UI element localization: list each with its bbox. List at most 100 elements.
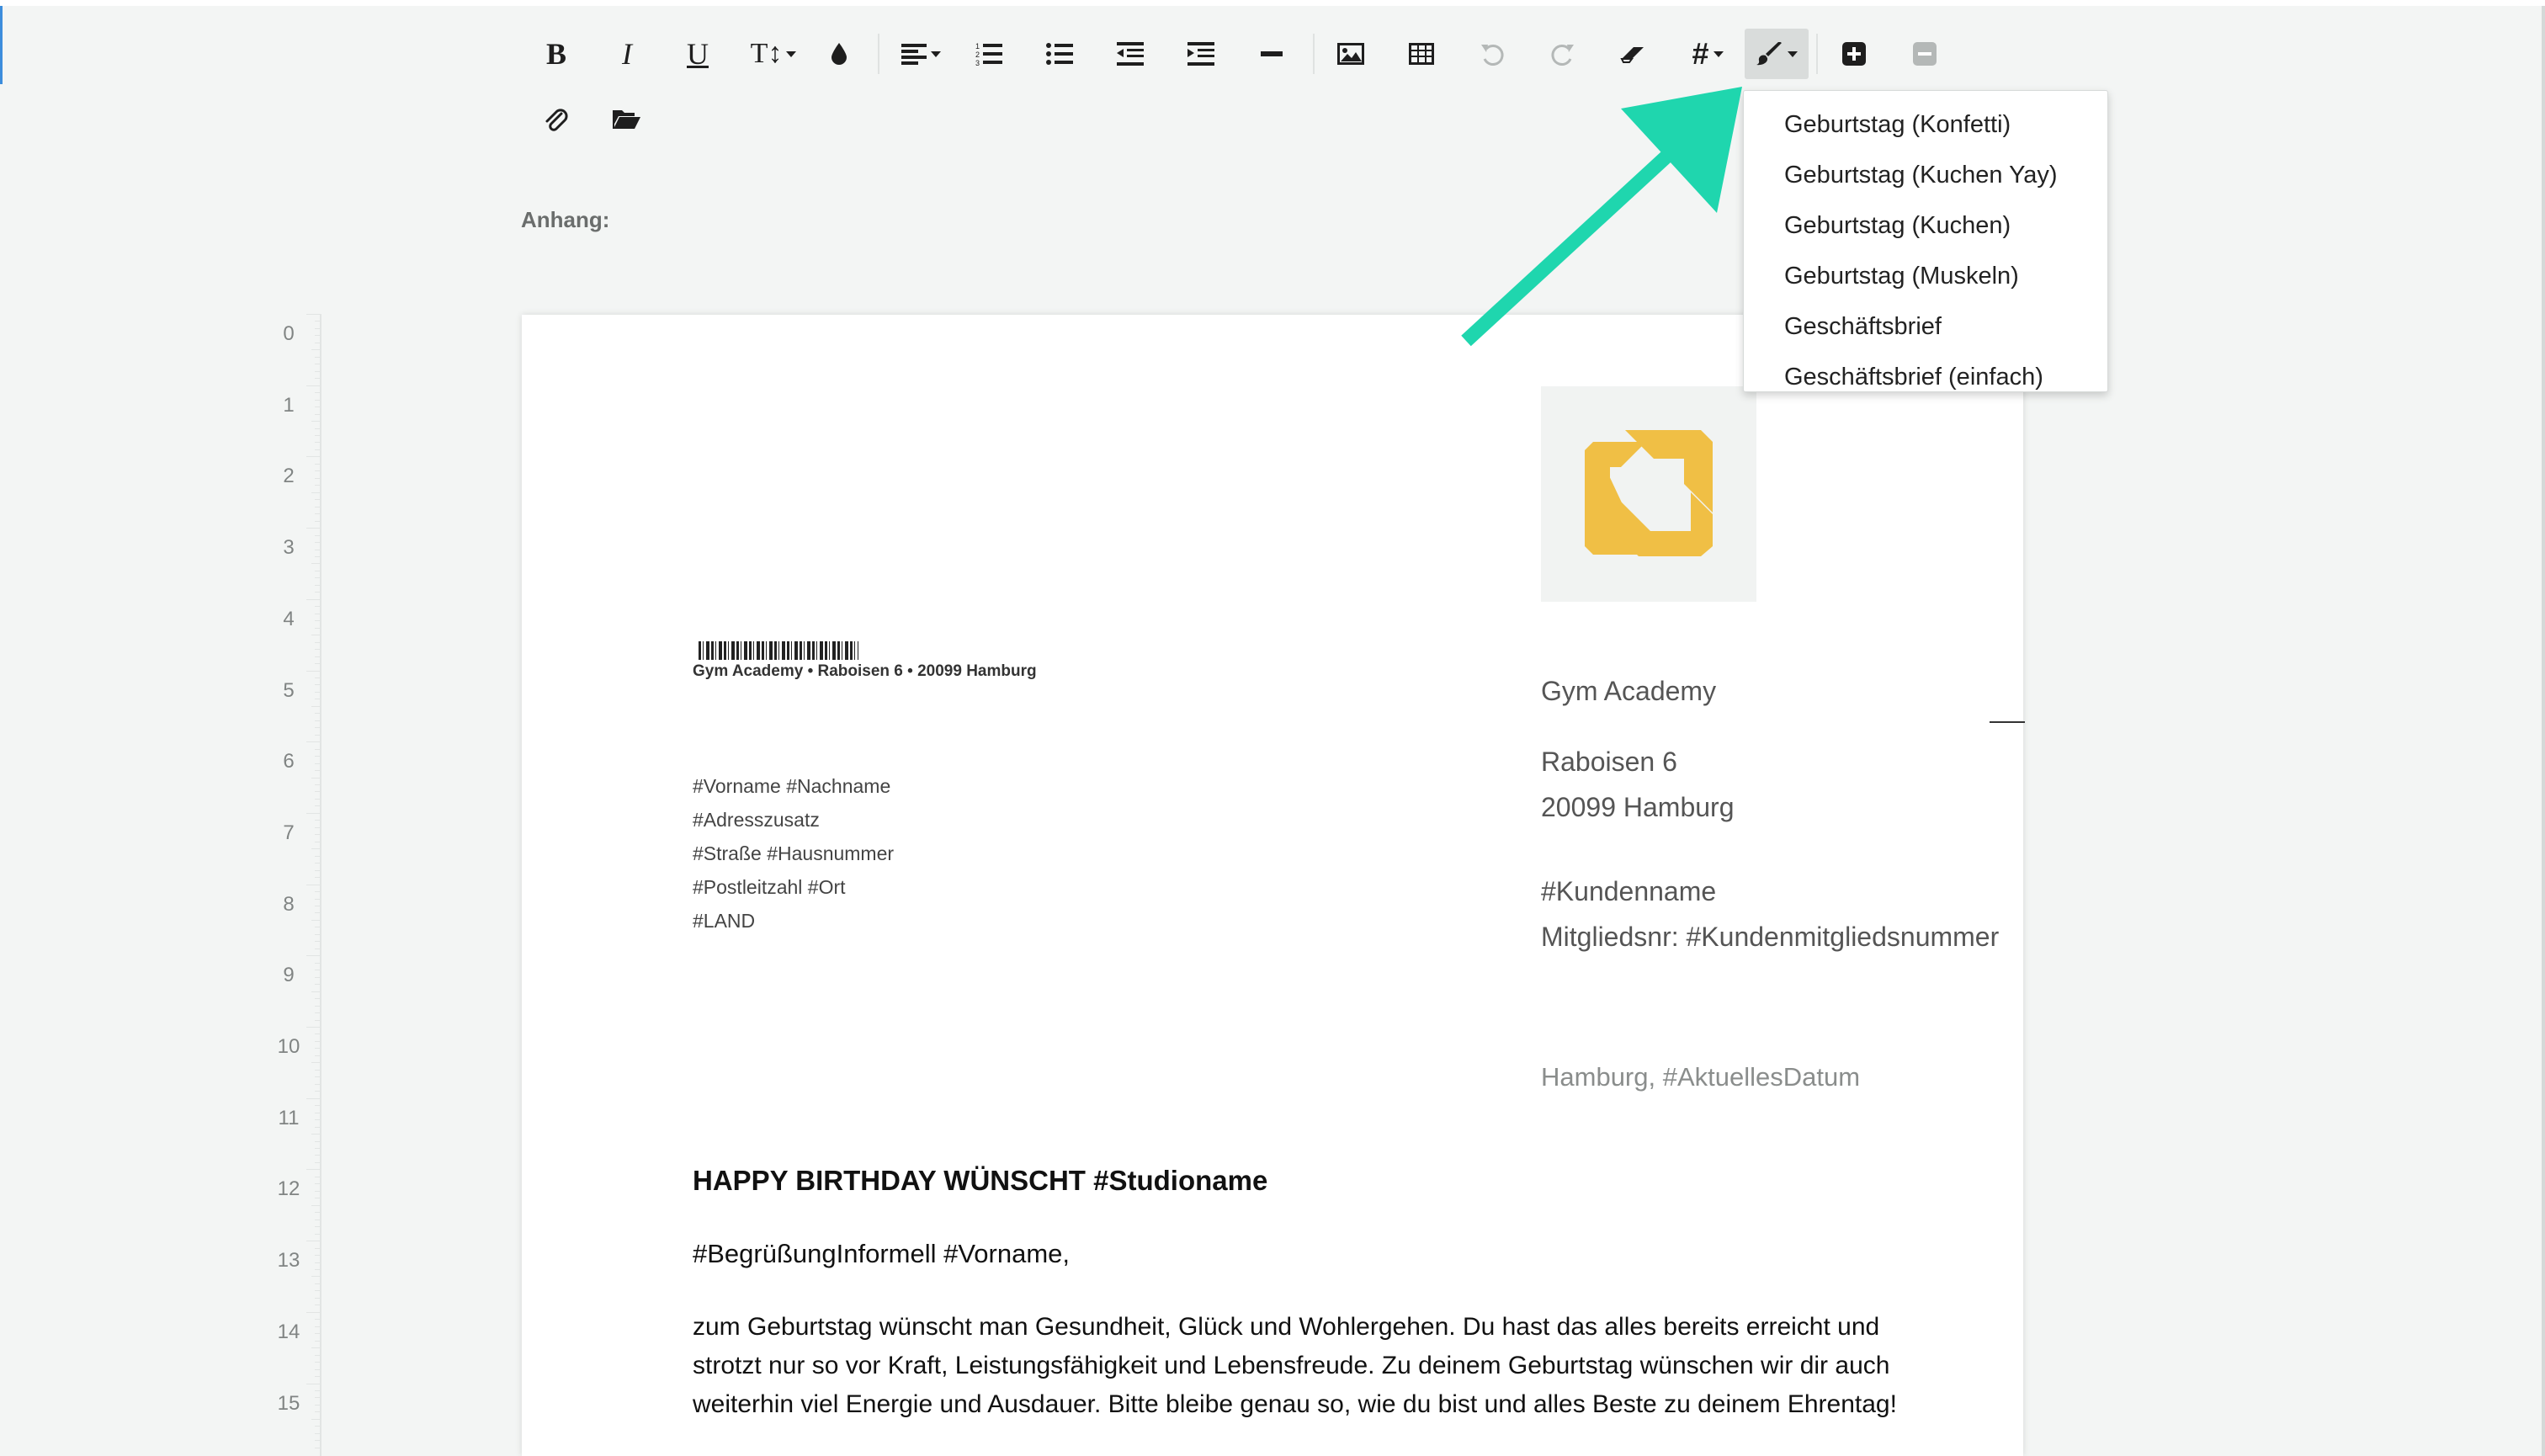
image-icon	[1337, 43, 1364, 65]
hash-icon: #	[1692, 36, 1709, 71]
ruler-tick	[311, 848, 320, 850]
ruler-tick	[315, 1019, 320, 1021]
ruler-tick	[315, 784, 320, 786]
undo-button[interactable]	[1466, 29, 1518, 79]
letter-body: zum Geburtstag wünscht man Gesundheit, G…	[693, 1313, 1897, 1418]
folder-icon	[613, 110, 640, 129]
plus-box-icon	[1842, 42, 1866, 66]
ruler-tick	[311, 1134, 320, 1135]
ruler-tick	[311, 1062, 320, 1064]
recipient-address[interactable]: #Vorname #Nachname #Adresszusatz #Straße…	[693, 769, 894, 938]
bullet-list-button[interactable]	[1033, 29, 1086, 79]
ruler-tick	[315, 584, 320, 586]
ruler-number: 7	[283, 821, 295, 844]
ruler-tick	[315, 1183, 320, 1185]
italic-icon: I	[622, 37, 632, 71]
tags-button[interactable]: #	[1675, 29, 1740, 79]
ruler-number: 1	[283, 393, 295, 417]
ruler-tick	[311, 991, 320, 992]
ordered-list-button[interactable]: 123	[963, 29, 1015, 79]
text-size-button[interactable]: T↕	[744, 29, 803, 79]
company-city: 20099 Hamburg	[1541, 792, 1735, 822]
ruler-tick	[315, 470, 320, 472]
ruler-number: 13	[277, 1249, 300, 1273]
indent-button[interactable]	[1175, 29, 1227, 79]
chevron-down-icon	[1787, 50, 1798, 57]
template-option[interactable]: Geschäftsbrief (einfach)	[1744, 352, 2107, 402]
redo-button[interactable]	[1537, 29, 1589, 79]
ruler-number: 6	[283, 750, 295, 773]
template-option[interactable]: Geburtstag (Kuchen)	[1744, 200, 2107, 251]
company-street: Raboisen 6	[1541, 747, 1677, 777]
barcode	[699, 641, 858, 660]
toolbar-separator	[1816, 34, 1818, 74]
ruler-tick	[315, 370, 320, 372]
recipient-line: #LAND	[693, 910, 756, 932]
add-page-button[interactable]	[1828, 29, 1880, 79]
ruler-tick	[315, 1147, 320, 1149]
ruler-tick	[315, 976, 320, 978]
attach-file-button[interactable]	[530, 94, 582, 145]
template-option[interactable]: Geburtstag (Konfetti)	[1744, 99, 2107, 150]
ruler-tick	[315, 1012, 320, 1014]
recipient-line: #Postleitzahl #Ort	[693, 876, 846, 898]
letter-page[interactable]: Gym Academy • Raboisen 6 • 20099 Hamburg…	[522, 315, 2025, 1456]
ruler-tick	[315, 1091, 320, 1092]
ruler-number: 14	[277, 1320, 300, 1343]
ruler-tick	[315, 1005, 320, 1007]
align-button[interactable]	[890, 29, 951, 79]
ruler-tick	[315, 1326, 320, 1327]
letter-greeting: #BegrüßungInformell #Vorname,	[693, 1239, 1071, 1268]
ruler-tick	[311, 563, 320, 565]
ruler-tick	[315, 1362, 320, 1363]
insert-image-button[interactable]	[1325, 29, 1377, 79]
ruler-tick	[315, 869, 320, 871]
ruler-tick	[315, 477, 320, 479]
member-number: Mitgliedsnr: #Kundenmitgliedsnummer	[1541, 922, 2000, 952]
insert-table-button[interactable]	[1395, 29, 1448, 79]
ruler-tick	[315, 356, 320, 358]
text-color-button[interactable]	[813, 29, 865, 79]
template-option[interactable]: Geburtstag (Kuchen Yay)	[1744, 150, 2107, 200]
ruler-tick	[315, 413, 320, 415]
ruler-tick	[315, 442, 320, 444]
brush-icon	[1756, 42, 1782, 66]
color-drop-icon	[832, 43, 847, 65]
ruler-tick	[315, 791, 320, 793]
top-bar	[0, 0, 2545, 6]
minus-box-icon	[1913, 42, 1937, 66]
underline-button[interactable]: U	[672, 29, 724, 79]
ruler-tick	[315, 485, 320, 486]
ruler-tick	[315, 1105, 320, 1107]
italic-button[interactable]: I	[601, 29, 653, 79]
template-option[interactable]: Geschäftsbrief	[1744, 301, 2107, 352]
horizontal-rule-icon	[1261, 51, 1283, 56]
remove-page-button[interactable]	[1899, 29, 1951, 79]
template-option[interactable]: Geburtstag (Muskeln)	[1744, 251, 2107, 301]
ruler-tick	[311, 1418, 320, 1420]
ruler-tick	[311, 1204, 320, 1206]
horizontal-rule-button[interactable]	[1246, 29, 1298, 79]
ruler-tick	[315, 428, 320, 429]
ruler-tick	[315, 1155, 320, 1156]
ruler-tick	[315, 1083, 320, 1085]
ruler-tick	[315, 763, 320, 764]
ruler-tick	[315, 912, 320, 914]
ruler-tick	[315, 542, 320, 544]
svg-text:3: 3	[975, 59, 980, 66]
outdent-icon	[1117, 42, 1144, 66]
ruler-tick	[311, 1347, 320, 1349]
ruler-tick	[315, 684, 320, 686]
templates-button[interactable]	[1745, 29, 1809, 79]
clear-format-button[interactable]	[1607, 29, 1660, 79]
outdent-button[interactable]	[1104, 29, 1156, 79]
open-folder-button[interactable]	[601, 94, 653, 145]
company-address: Gym Academy Raboisen 6 20099 Hamburg	[1541, 668, 1734, 830]
vertical-ruler: 0 1 2 3 4 5 6 7 8 9 10 11 12 13 14 15	[271, 314, 321, 1456]
company-name: Gym Academy	[1541, 676, 1717, 706]
ruler-tick	[315, 1055, 320, 1056]
ruler-tick	[315, 1262, 320, 1263]
table-icon	[1409, 43, 1434, 65]
redo-icon	[1551, 45, 1574, 66]
bold-button[interactable]: B	[530, 29, 582, 79]
